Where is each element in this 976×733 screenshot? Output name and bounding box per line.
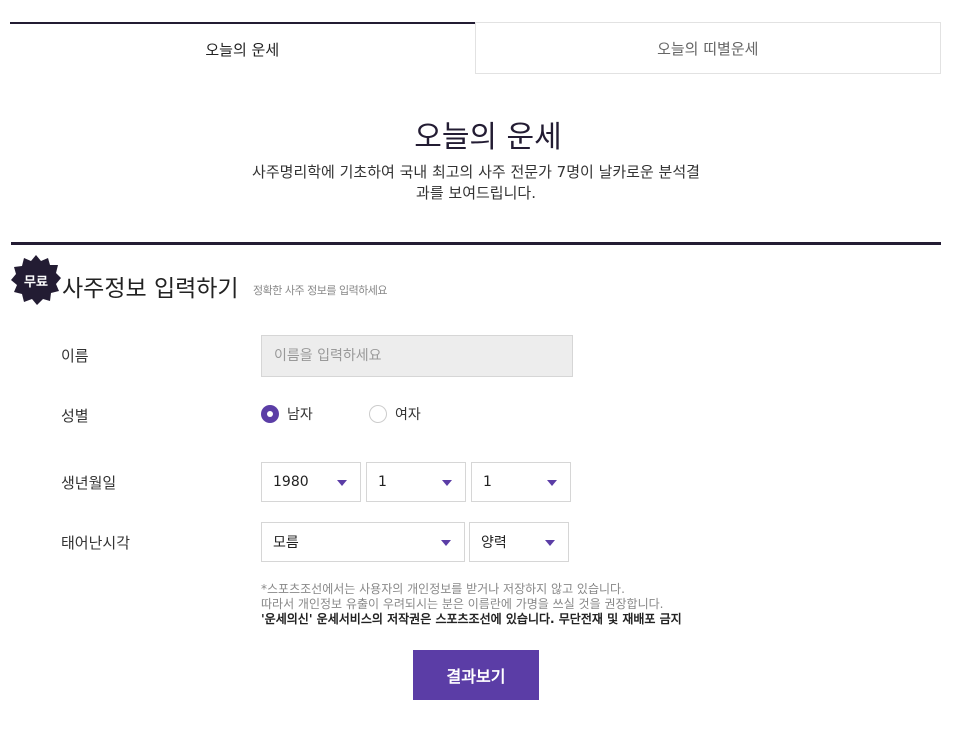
birth-month-select[interactable]: 1 xyxy=(366,462,466,502)
calendar-type-value: 양력 xyxy=(481,535,507,551)
birth-day-select[interactable]: 1 xyxy=(471,462,571,502)
birth-year-select[interactable]: 1980 xyxy=(261,462,361,502)
gender-label: 성별 xyxy=(61,407,89,425)
name-input[interactable] xyxy=(261,335,573,377)
badge-label: 무료 xyxy=(24,274,48,290)
gender-male-radio[interactable]: 남자 xyxy=(261,404,313,424)
section-title: 사주정보 입력하기 xyxy=(62,276,239,302)
page-description: 사주명리학에 기초하여 국내 최고의 사주 전문가 7명이 날카로운 분석결 과… xyxy=(233,162,719,204)
birth-year-value: 1980 xyxy=(273,474,309,490)
notice-line-1: *스포츠조선에서는 사용자의 개인정보를 받거나 저장하지 않고 있습니다. xyxy=(261,582,625,596)
birth-month-value: 1 xyxy=(378,474,387,490)
tab-zodiac-fortune[interactable]: 오늘의 띠별운세 xyxy=(474,22,941,74)
section-subtitle: 정확한 사주 정보를 입력하세요 xyxy=(253,284,388,297)
free-badge: 무료 xyxy=(11,255,61,305)
privacy-notice: *스포츠조선에서는 사용자의 개인정보를 받거나 저장하지 않고 있습니다. 따… xyxy=(261,582,682,627)
notice-copyright: '운세의신' 운세서비스의 저작권은 스포츠조선에 있습니다. 무단전재 및 재… xyxy=(261,612,682,626)
birthdate-label: 생년월일 xyxy=(61,474,117,492)
tab-today-fortune[interactable]: 오늘의 운세 xyxy=(10,22,475,74)
dropdown-arrow-icon xyxy=(547,480,557,486)
name-label: 이름 xyxy=(61,347,89,365)
description-line-1: 사주명리학에 기초하여 국내 최고의 사주 전문가 7명이 날카로운 분석결 xyxy=(252,163,700,181)
description-line-2: 과를 보여드립니다. xyxy=(416,184,536,202)
section-divider xyxy=(11,242,941,245)
radio-unchecked-icon xyxy=(369,405,387,423)
gender-male-label: 남자 xyxy=(287,407,313,423)
calendar-type-select[interactable]: 양력 xyxy=(469,522,569,562)
page-title: 오늘의 운세 xyxy=(414,120,562,155)
radio-checked-icon xyxy=(261,405,279,423)
gender-female-radio[interactable]: 여자 xyxy=(369,404,421,424)
birth-time-value: 모름 xyxy=(273,535,299,551)
dropdown-arrow-icon xyxy=(441,540,451,546)
gender-female-label: 여자 xyxy=(395,407,421,423)
fortune-tabs: 오늘의 운세 오늘의 띠별운세 xyxy=(10,22,941,74)
dropdown-arrow-icon xyxy=(442,480,452,486)
view-result-button[interactable]: 결과보기 xyxy=(413,650,539,700)
dropdown-arrow-icon xyxy=(545,540,555,546)
birth-time-label: 태어난시각 xyxy=(61,534,131,552)
birth-day-value: 1 xyxy=(483,474,492,490)
dropdown-arrow-icon xyxy=(337,480,347,486)
notice-line-2: 따라서 개인정보 유출이 우려되시는 분은 이름란에 가명을 쓰실 것을 권장합… xyxy=(261,597,664,611)
birth-time-select[interactable]: 모름 xyxy=(261,522,465,562)
